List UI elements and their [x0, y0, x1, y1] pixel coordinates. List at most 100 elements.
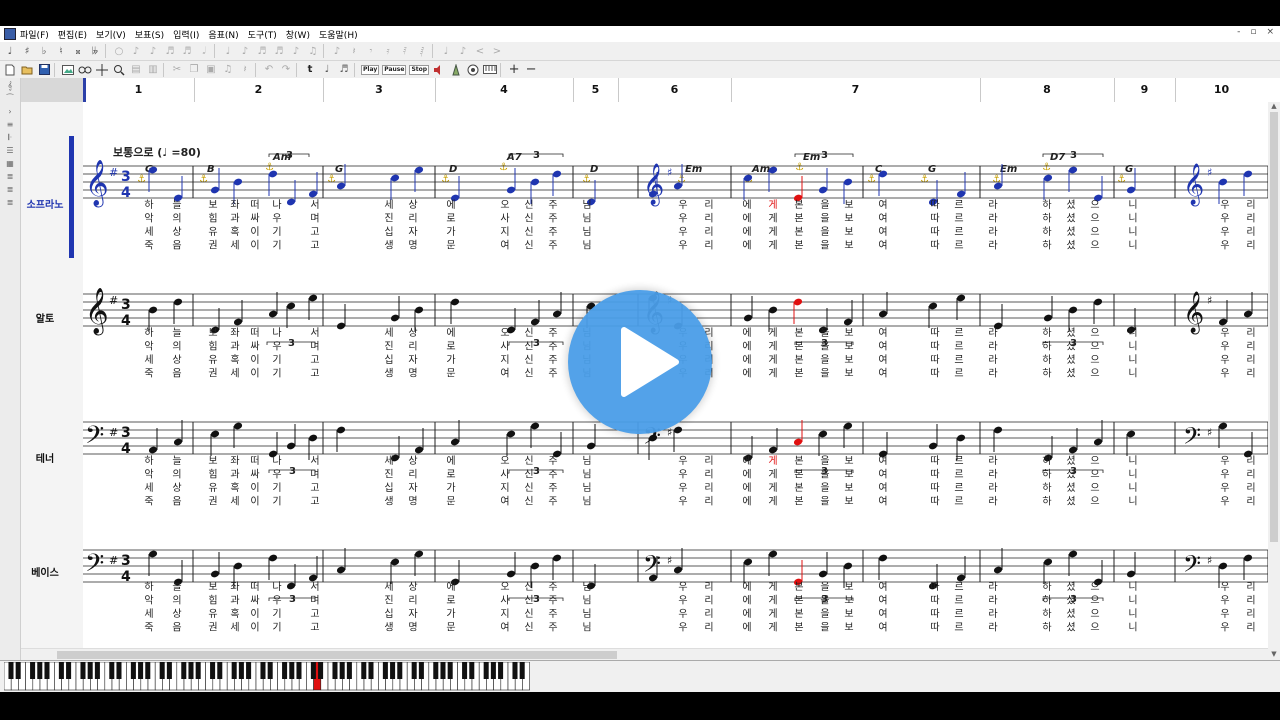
piano-black-key[interactable] [231, 662, 237, 679]
ruler-measure-number[interactable]: 2 [255, 83, 263, 96]
piano-black-key[interactable] [447, 662, 453, 679]
video-play-overlay[interactable] [568, 290, 712, 434]
scroll-down-icon[interactable]: ▼ [1268, 650, 1280, 660]
note-tool-12-icon[interactable]: ♩ [221, 44, 235, 58]
piano-black-key[interactable] [260, 662, 266, 679]
menu-edit[interactable]: 편집(E) [58, 28, 87, 41]
undo-icon[interactable]: ↶ [262, 63, 276, 77]
note-tool-3-icon[interactable]: ♮ [54, 44, 68, 58]
note-tool-11-icon[interactable]: 𝅗𝅥 [197, 44, 211, 58]
zoom-icon[interactable] [112, 63, 126, 77]
print-preview-icon[interactable]: ▥ [146, 63, 160, 77]
piano-black-key[interactable] [418, 662, 424, 679]
piano-black-key[interactable] [138, 662, 144, 679]
ruler-measure-number[interactable]: 1 [135, 83, 143, 96]
note-tool-6-icon[interactable]: ○ [112, 44, 126, 58]
note-tool-18-icon[interactable]: ♪ [330, 44, 344, 58]
note-tool-24-icon[interactable]: ♩ [439, 44, 453, 58]
piano-black-key[interactable] [318, 662, 324, 679]
piano-black-key[interactable] [397, 662, 403, 679]
accent-tool-icon[interactable]: › [4, 107, 16, 117]
piano-keyboard[interactable] [0, 660, 1280, 692]
piano-black-key[interactable] [145, 662, 151, 679]
piano-black-key[interactable] [361, 662, 367, 679]
chord-icon[interactable]: ♩ [320, 63, 334, 77]
menu-view[interactable]: 보기(V) [96, 28, 126, 41]
play-icon[interactable] [568, 290, 712, 434]
piano-black-key[interactable] [296, 662, 302, 679]
open-icon[interactable] [20, 63, 34, 77]
menu-file[interactable]: 파일(F) [20, 28, 49, 41]
piano-black-key[interactable] [346, 662, 352, 679]
paste-icon[interactable]: ▣ [204, 63, 218, 77]
bar-tool-icon[interactable]: ≡ [4, 120, 16, 130]
close-button[interactable]: × [1266, 27, 1274, 37]
ruler-measure-number[interactable]: 5 [592, 83, 600, 96]
measure-ruler[interactable]: 1 2 3 4 5 6 7 8 9 10 [83, 78, 1280, 103]
text-icon[interactable]: t [303, 63, 317, 77]
cut-icon[interactable]: ✂ [170, 63, 184, 77]
note-tool-20-icon[interactable]: 𝄾 [364, 44, 378, 58]
piano-black-key[interactable] [246, 662, 252, 679]
restore-button[interactable]: ▫ [1250, 27, 1256, 37]
note-tool-19-icon[interactable]: 𝄽 [347, 44, 361, 58]
ruler-measure-number[interactable]: 8 [1043, 83, 1051, 96]
ruler-measure-number[interactable]: 4 [500, 83, 508, 96]
menu-help[interactable]: 도움말(H) [319, 28, 358, 41]
metronome-icon[interactable] [449, 63, 463, 77]
part-label-alto[interactable]: 알토 [21, 310, 69, 325]
piano-black-key[interactable] [440, 662, 446, 679]
keyboard-icon[interactable] [483, 63, 498, 77]
piano-black-key[interactable] [462, 662, 468, 679]
piano-black-key[interactable] [512, 662, 518, 679]
redo-icon[interactable]: ↷ [279, 63, 293, 77]
piano-black-key[interactable] [217, 662, 223, 679]
piano-black-key[interactable] [490, 662, 496, 679]
piano-black-key[interactable] [80, 662, 86, 679]
print-icon[interactable]: ▤ [129, 63, 143, 77]
notes-add-icon[interactable]: ♬ [337, 63, 351, 77]
note-tool-2-icon[interactable]: ♭ [37, 44, 51, 58]
note-tool-26-icon[interactable]: < [473, 44, 487, 58]
notes-icon[interactable]: ♫ [221, 63, 235, 77]
copy-icon[interactable]: ❐ [187, 63, 201, 77]
piano-black-key[interactable] [332, 662, 338, 679]
save-icon[interactable] [37, 63, 51, 77]
piano-black-key[interactable] [166, 662, 172, 679]
note-tool-7-icon[interactable]: ♪ [129, 44, 143, 58]
vertical-scrollbar[interactable]: ▲ ▼ [1268, 102, 1280, 660]
note-tool-13-icon[interactable]: ♪ [238, 44, 252, 58]
note-tool-14-icon[interactable]: ♬ [255, 44, 269, 58]
piano-black-key[interactable] [469, 662, 475, 679]
part-label-bass[interactable]: 베이스 [21, 564, 69, 579]
piano-black-key[interactable] [44, 662, 50, 679]
piano-black-key[interactable] [87, 662, 93, 679]
note-tool-17-icon[interactable]: ♫ [306, 44, 320, 58]
piano-black-key[interactable] [433, 662, 439, 679]
ruler-measure-number[interactable]: 3 [375, 83, 383, 96]
grid-tool-icon[interactable]: ▦ [4, 159, 16, 169]
piano-black-key[interactable] [109, 662, 115, 679]
note-tool-25-icon[interactable]: ♪ [456, 44, 470, 58]
glasses-icon[interactable] [78, 63, 92, 77]
piano-black-key[interactable] [30, 662, 36, 679]
lines3-tool-icon[interactable]: ≣ [4, 198, 16, 208]
note-tool-27-icon[interactable]: > [490, 44, 504, 58]
piano-black-key[interactable] [282, 662, 288, 679]
piano-black-key[interactable] [15, 662, 21, 679]
piano-black-key[interactable] [519, 662, 525, 679]
treble-clef-tool-icon[interactable]: 𝄞 [4, 81, 16, 91]
note-tool-5-icon[interactable]: 𝄫 [88, 44, 102, 58]
minimize-button[interactable]: ‑ [1237, 27, 1240, 37]
piano-black-key[interactable] [210, 662, 216, 679]
piano-black-key[interactable] [368, 662, 374, 679]
note-tool-22-icon[interactable]: 𝅀 [398, 44, 412, 58]
piano-black-key[interactable] [94, 662, 100, 679]
piano-black-key[interactable] [498, 662, 504, 679]
note-tool-21-icon[interactable]: 𝄿 [381, 44, 395, 58]
piano-black-key[interactable] [58, 662, 64, 679]
piano-black-key[interactable] [37, 662, 43, 679]
piano-black-key[interactable] [483, 662, 489, 679]
playback-cursor[interactable] [83, 78, 86, 102]
pause-button[interactable]: Pause [382, 64, 407, 75]
